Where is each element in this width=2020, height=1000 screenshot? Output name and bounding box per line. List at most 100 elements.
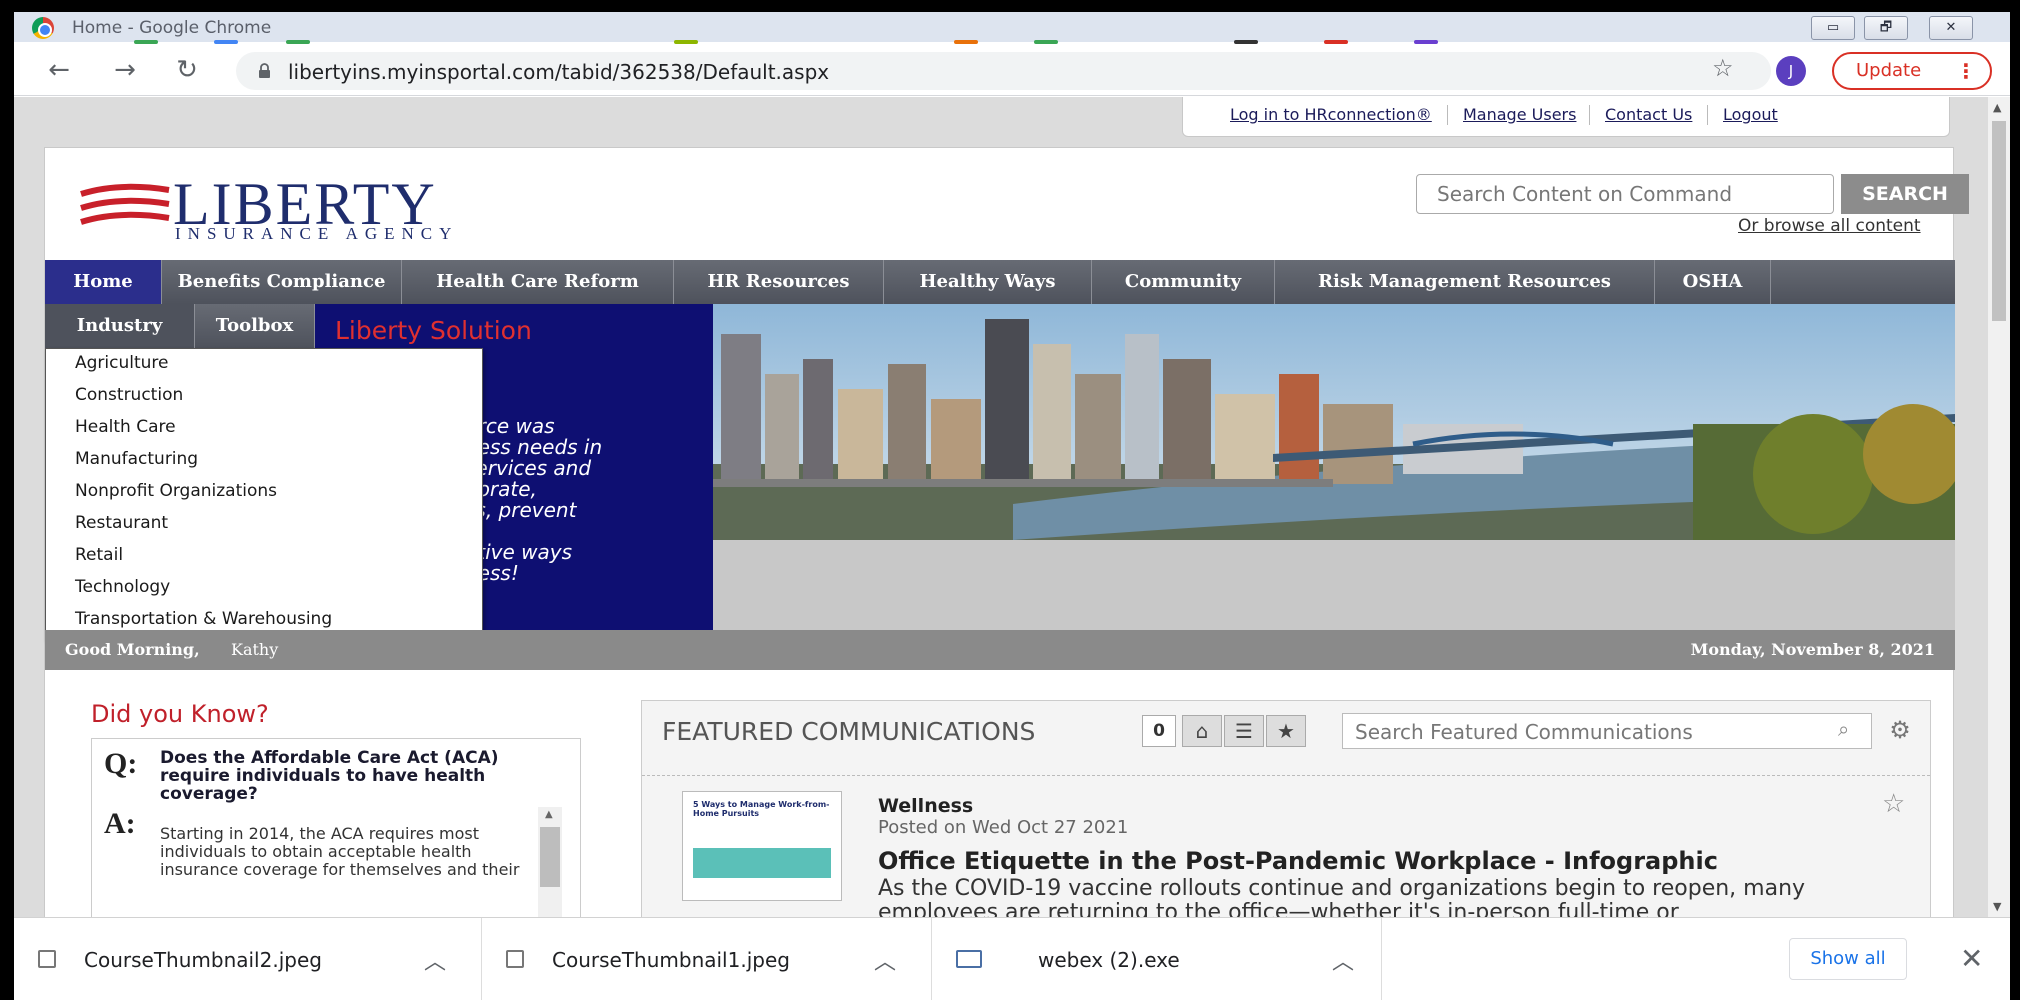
featured-count-badge: 0 xyxy=(1142,715,1176,747)
forward-arrow-icon[interactable]: → xyxy=(110,56,140,86)
lock-icon xyxy=(259,63,270,78)
thumbnail-title: 5 Ways to Manage Work-from-Home Pursuits xyxy=(693,800,830,818)
tab-favicon-icon[interactable] xyxy=(134,40,158,44)
menu-item-restaurant[interactable]: Restaurant xyxy=(75,513,168,533)
download-filename[interactable]: webex (2).exe xyxy=(1038,948,1180,972)
search-icon[interactable]: ⌕ xyxy=(1838,717,1849,741)
profile-avatar[interactable]: J xyxy=(1776,56,1806,86)
favorite-star-icon[interactable]: ☆ xyxy=(1882,789,1905,819)
nav-healthy-ways[interactable]: Healthy Ways xyxy=(884,260,1092,304)
contact-us-link[interactable]: Contact Us xyxy=(1605,105,1692,124)
nav-community[interactable]: Community xyxy=(1092,260,1275,304)
tab-favicon-icon[interactable] xyxy=(1414,40,1438,44)
manage-users-link[interactable]: Manage Users xyxy=(1463,105,1576,124)
list-view-icon[interactable]: ☰ xyxy=(1224,715,1264,747)
show-all-downloads-button[interactable]: Show all xyxy=(1789,938,1907,980)
menu-item-technology[interactable]: Technology xyxy=(75,577,170,597)
liberty-logo-swoosh-icon[interactable] xyxy=(79,178,171,238)
gear-icon[interactable]: ⚙ xyxy=(1880,713,1920,749)
tab-favicon-icon[interactable] xyxy=(214,40,238,44)
menu-item-nonprofit[interactable]: Nonprofit Organizations xyxy=(75,481,277,501)
download-filename[interactable]: CourseThumbnail2.jpeg xyxy=(84,948,322,972)
download-item[interactable]: webex (2).exe ︿ xyxy=(932,918,1382,1000)
menu-item-manufacturing[interactable]: Manufacturing xyxy=(75,449,198,469)
menu-item-construction[interactable]: Construction xyxy=(75,385,183,405)
nav-risk-management-resources[interactable]: Risk Management Resources xyxy=(1275,260,1655,304)
scroll-up-arrow-icon[interactable]: ▲ xyxy=(545,809,553,820)
answer-scrollbar[interactable]: ▲ xyxy=(538,807,562,917)
tab-favicon-icon[interactable] xyxy=(1234,40,1258,44)
nav-benefits-compliance[interactable]: Benefits Compliance xyxy=(162,260,402,304)
exe-file-icon xyxy=(956,950,982,968)
menu-item-agriculture[interactable]: Agriculture xyxy=(75,353,169,373)
download-filename[interactable]: CourseThumbnail1.jpeg xyxy=(552,948,790,972)
download-item[interactable]: CourseThumbnail2.jpeg ︿ xyxy=(14,918,482,1000)
image-file-icon xyxy=(38,950,56,968)
close-icon[interactable]: ✕ xyxy=(1960,942,1983,975)
bookmark-star-icon[interactable]: ☆ xyxy=(1712,54,1734,82)
menu-item-transportation[interactable]: Transportation & Warehousing xyxy=(75,609,332,629)
reload-icon[interactable]: ↻ xyxy=(172,56,202,86)
downloads-bar: CourseThumbnail2.jpeg ︿ CourseThumbnail1… xyxy=(14,917,2010,1000)
scroll-thumb[interactable] xyxy=(540,827,560,887)
image-file-icon xyxy=(506,950,524,968)
menu-item-health-care[interactable]: Health Care xyxy=(75,417,176,437)
favorites-star-icon[interactable]: ★ xyxy=(1266,715,1306,747)
restore-button[interactable]: 🗗 xyxy=(1864,16,1908,40)
site-search-input[interactable]: Search Content on Command xyxy=(1416,174,1834,214)
article-category: Wellness xyxy=(878,795,974,817)
scroll-up-arrow-icon[interactable]: ▲ xyxy=(1993,101,2001,114)
tab-favicon-icon[interactable] xyxy=(286,40,310,44)
question-label: Q: xyxy=(104,747,138,780)
logo-subtitle: INSURANCE AGENCY xyxy=(175,224,459,243)
scroll-down-arrow-icon[interactable]: ▼ xyxy=(1993,900,2001,913)
article-headline[interactable]: Office Etiquette in the Post-Pandemic Wo… xyxy=(878,847,1718,875)
nav-industry[interactable]: Industry xyxy=(45,304,195,348)
url-text[interactable]: libertyins.myinsportal.com/tabid/362538/… xyxy=(288,60,829,84)
close-window-button[interactable]: ✕ xyxy=(1929,16,1973,40)
nav-hr-resources[interactable]: HR Resources xyxy=(674,260,884,304)
back-arrow-icon[interactable]: ← xyxy=(44,56,74,86)
featured-communications-panel: FEATURED COMMUNICATIONS 0 ⌂ ☰ ★ Search F… xyxy=(641,700,1931,917)
nav-toolbox[interactable]: Toolbox xyxy=(195,304,315,348)
logout-link[interactable]: Logout xyxy=(1723,105,1778,124)
nav-home[interactable]: Home xyxy=(45,260,162,304)
chevron-up-icon[interactable]: ︿ xyxy=(874,944,896,976)
minimize-button[interactable]: ▭ xyxy=(1811,16,1855,40)
secondary-navigation: Industry Toolbox xyxy=(45,304,315,348)
thumbnail-graphic xyxy=(693,848,831,878)
did-you-know-title: Did you Know? xyxy=(91,700,269,728)
site-search-button[interactable]: SEARCH xyxy=(1841,174,1969,214)
did-you-know-box: Q: Does the Affordable Care Act (ACA) re… xyxy=(91,738,581,917)
chevron-up-icon[interactable]: ︿ xyxy=(424,944,446,976)
browser-window: Home - Google Chrome ▭ 🗗 ✕ ← → ↻ liberty… xyxy=(14,12,2010,1000)
article-thumbnail[interactable]: 5 Ways to Manage Work-from-Home Pursuits xyxy=(682,791,842,901)
main-navigation: Home Benefits Compliance Health Care Ref… xyxy=(45,260,1955,304)
scroll-thumb[interactable] xyxy=(1992,121,2006,321)
chrome-logo-icon xyxy=(32,17,54,39)
menu-item-retail[interactable]: Retail xyxy=(75,545,123,565)
hero-title: Liberty Solution xyxy=(335,316,532,345)
tab-favicon-icon[interactable] xyxy=(1034,40,1058,44)
answer-text: Starting in 2014, the ACA requires most … xyxy=(160,824,520,879)
nav-osha[interactable]: OSHA xyxy=(1655,260,1771,304)
tab-favicon-icon[interactable] xyxy=(954,40,978,44)
download-item[interactable]: CourseThumbnail1.jpeg ︿ xyxy=(482,918,932,1000)
featured-search-input[interactable]: Search Featured Communications xyxy=(1342,713,1872,749)
current-date: Monday, November 8, 2021 xyxy=(1690,640,1935,659)
chevron-up-icon[interactable]: ︿ xyxy=(1332,944,1354,976)
address-bar[interactable]: libertyins.myinsportal.com/tabid/362538/… xyxy=(236,52,1771,90)
tab-favicon-icon[interactable] xyxy=(674,40,698,44)
user-name: Kathy xyxy=(231,640,279,659)
page-scrollbar[interactable]: ▲ ▼ xyxy=(1988,97,2010,917)
home-icon[interactable]: ⌂ xyxy=(1182,715,1222,747)
industry-dropdown-menu: Agriculture Construction Health Care Man… xyxy=(45,348,483,640)
browse-all-content-link[interactable]: Or browse all content xyxy=(1738,216,1921,236)
divider xyxy=(1707,105,1708,125)
greeting-label: Good Morning, xyxy=(65,640,200,659)
tab-favicon-icon[interactable] xyxy=(1324,40,1348,44)
update-button[interactable]: Update ⋮ xyxy=(1832,52,1992,90)
hero-gray-band xyxy=(713,540,1955,630)
hrconnection-login-link[interactable]: Log in to HRconnection® xyxy=(1230,105,1432,124)
nav-health-care-reform[interactable]: Health Care Reform xyxy=(402,260,674,304)
